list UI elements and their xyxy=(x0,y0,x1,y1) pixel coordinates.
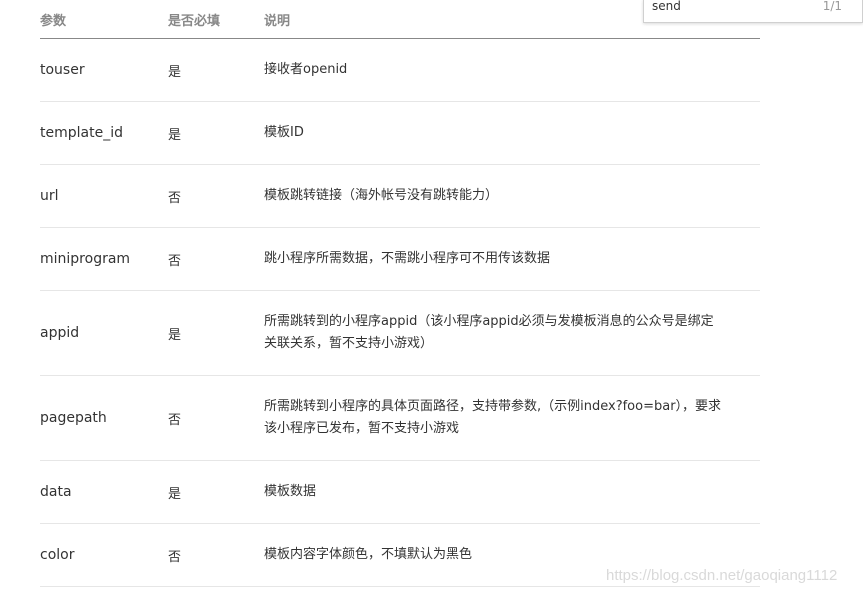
param-description: 接收者openid xyxy=(264,62,348,77)
param-required: 否 xyxy=(168,253,182,269)
watermark: https://blog.csdn.net/gaoqiang1112 xyxy=(606,567,838,584)
param-description: 模板数据 xyxy=(264,484,317,499)
param-required: 否 xyxy=(168,412,182,428)
param-name: touser xyxy=(40,62,85,78)
param-required: 是 xyxy=(168,486,182,502)
description-line: 关联关系，暂不支持小游戏） xyxy=(264,336,434,351)
param-name: miniprogram xyxy=(40,251,131,267)
param-name: data xyxy=(40,484,72,500)
find-input[interactable]: send xyxy=(652,0,681,13)
param-required: 否 xyxy=(168,549,182,565)
header-name: 参数 xyxy=(40,13,67,29)
table-row: miniprogram 否 跳小程序所需数据，不需跳小程序可不用传该数据 xyxy=(40,228,760,291)
header-required: 是否必填 xyxy=(168,13,221,29)
param-description: 模板跳转链接（海外帐号没有跳转能力） xyxy=(264,188,499,203)
param-required: 否 xyxy=(168,190,182,206)
param-name: url xyxy=(40,188,59,204)
param-required: 是 xyxy=(168,327,182,343)
table-row: appid 是 所需跳转到的小程序appid（该小程序appid必须与发模板消息… xyxy=(40,291,760,376)
table-row: touser 是 接收者openid xyxy=(40,39,760,102)
description-line: 所需跳转到的小程序appid（该小程序appid必须与发模板消息的公众号是绑定 xyxy=(264,314,714,329)
param-name: template_id xyxy=(40,125,123,141)
param-required: 是 xyxy=(168,127,182,143)
table-row: url 否 模板跳转链接（海外帐号没有跳转能力） xyxy=(40,165,760,228)
param-description: 跳小程序所需数据，不需跳小程序可不用传该数据 xyxy=(264,251,551,266)
description-line: 该小程序已发布，暂不支持小游戏 xyxy=(264,421,460,436)
document-page: 参数 是否必填 说明 touser 是 接收者openid template_i… xyxy=(0,0,863,595)
param-description: 模板内容字体颜色，不填默认为黑色 xyxy=(264,547,473,562)
param-name: color xyxy=(40,547,75,563)
param-description: 所需跳转到的小程序appid（该小程序appid必须与发模板消息的公众号是绑定 … xyxy=(264,311,760,355)
param-description: 模板ID xyxy=(264,125,304,140)
find-match-count: 1/1 xyxy=(822,0,842,13)
param-description: 所需跳转到小程序的具体页面路径，支持带参数,（示例index?foo=bar），… xyxy=(264,396,760,440)
param-name: appid xyxy=(40,325,80,341)
find-in-page-bar[interactable]: send 1/1 xyxy=(643,0,863,23)
parameters-table: 参数 是否必填 说明 touser 是 接收者openid template_i… xyxy=(40,0,760,587)
table-row: data 是 模板数据 xyxy=(40,461,760,524)
table-row: template_id 是 模板ID xyxy=(40,102,760,165)
table-row: pagepath 否 所需跳转到小程序的具体页面路径，支持带参数,（示例inde… xyxy=(40,376,760,461)
param-required: 是 xyxy=(168,64,182,80)
description-line: 所需跳转到小程序的具体页面路径，支持带参数,（示例index?foo=bar），… xyxy=(264,399,722,414)
param-name: pagepath xyxy=(40,410,107,426)
